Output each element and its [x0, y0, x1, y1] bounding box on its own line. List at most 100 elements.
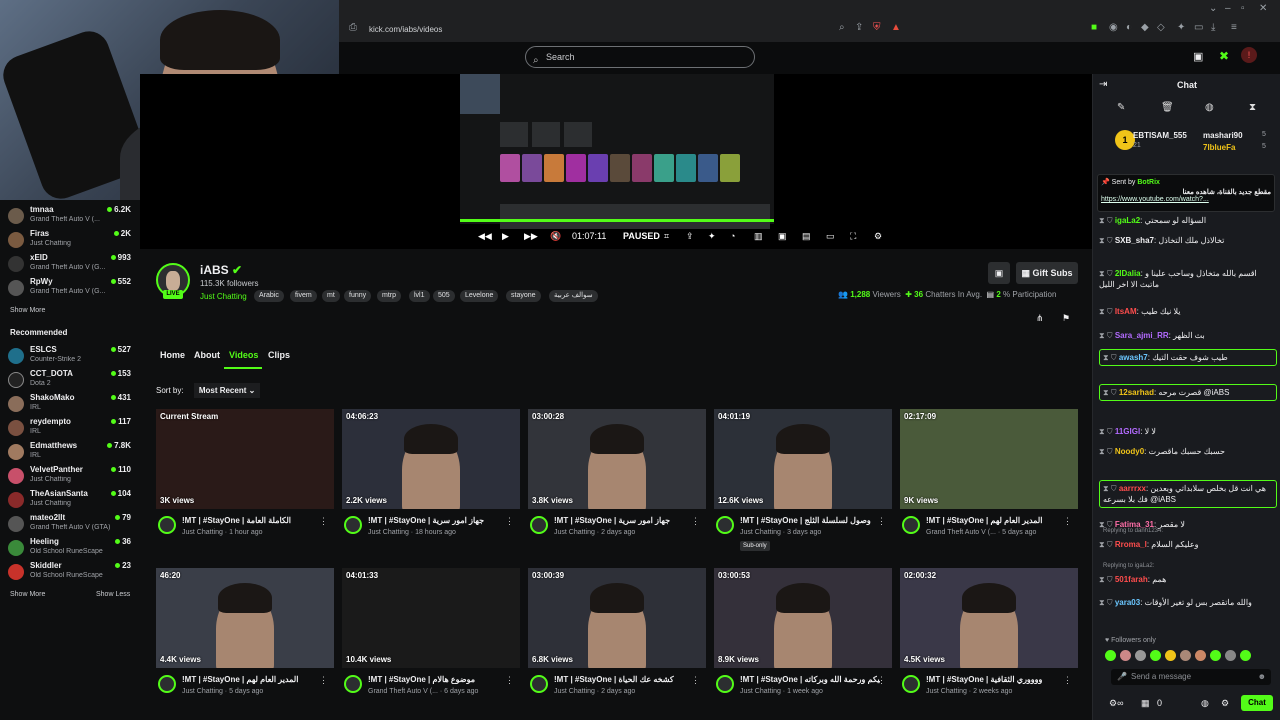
- chat-message[interactable]: ⧗ ⛉ 11GIGI: لا لا: [1099, 426, 1277, 437]
- extension-icon[interactable]: ■: [1091, 22, 1097, 33]
- sort-dropdown[interactable]: Most Recent ⌄: [193, 383, 261, 398]
- chat-username[interactable]: ItsAM: [1115, 307, 1137, 316]
- channel-avatar[interactable]: [158, 516, 176, 534]
- top-gifter[interactable]: 7lblueFa: [1203, 143, 1235, 152]
- share-icon[interactable]: ⇪: [855, 22, 863, 33]
- chat-message[interactable]: ⧗ ⛉ Noody0: حسبك حسبك ماقصرت: [1099, 446, 1277, 457]
- share-icon[interactable]: ⋔: [1036, 313, 1044, 324]
- chat-message[interactable]: ⧗ ⛉ Sara_ajmi_RR: بث الظهر: [1099, 330, 1277, 341]
- more-options-icon[interactable]: ⋮: [877, 675, 886, 686]
- stream-tag[interactable]: lvl1: [409, 290, 430, 302]
- video-card[interactable]: 02:17:09 9K views !MT | #StayOne | المدير …: [900, 409, 1078, 559]
- video-thumbnail[interactable]: 02:00:32 4.5K views: [900, 568, 1078, 668]
- tab-home[interactable]: Home: [160, 350, 185, 360]
- chat-message[interactable]: ⧗ ⛉ ItsAM: يلا نيك طيب: [1099, 306, 1277, 317]
- video-thumbnail[interactable]: 03:00:28 3.8K views: [528, 409, 706, 509]
- video-title[interactable]: !MT | #StayOne | المدير العام لهم: [926, 516, 1066, 525]
- minimize-icon[interactable]: –: [1225, 3, 1231, 14]
- settings-icon[interactable]: ⚙: [1221, 698, 1229, 709]
- forward-icon[interactable]: ▶▶: [524, 231, 538, 242]
- chat-bubble-icon[interactable]: ◍: [1201, 698, 1209, 709]
- top-gifter[interactable]: EBTISAM_555: [1133, 131, 1187, 140]
- sidebar-channel[interactable]: Firas Just Chatting 2K: [8, 229, 136, 251]
- video-thumbnail[interactable]: 04:01:19 12.6K views: [714, 409, 892, 509]
- stream-tag[interactable]: Levelone: [460, 290, 499, 302]
- chat-message[interactable]: ⧗ ⛉ aarrrxx: هي انت قل بخلص سلابداتي وبع…: [1099, 480, 1277, 508]
- fullscreen-icon[interactable]: ⛶: [850, 231, 856, 242]
- stream-tag[interactable]: سوالف عربية: [549, 290, 598, 302]
- video-card[interactable]: 46:20 4.4K views !MT | #StayOne | المدير ا…: [156, 568, 334, 718]
- kick-logo-icon[interactable]: ✖: [1219, 49, 1229, 63]
- video-title[interactable]: !MT | #StayOne | جهاز امور سرية: [554, 516, 694, 525]
- address-bar[interactable]: kick.com/iabs/videos: [369, 20, 917, 40]
- sidebar-channel[interactable]: CCT_DOTA Dota 2 153: [8, 369, 136, 391]
- chat-message[interactable]: ⧗ ⛉ SXB_sha7: تخالاذل ملك التخاذل: [1099, 235, 1277, 246]
- stream-category[interactable]: Just Chatting: [200, 292, 247, 301]
- timer-icon[interactable]: ⧗: [1249, 102, 1256, 113]
- chat-username[interactable]: 11GIGI: [1115, 427, 1140, 436]
- sidebar-channel[interactable]: RpWy Grand Theft Auto V (G... 552: [8, 277, 136, 299]
- zoom-icon[interactable]: ⌕: [839, 22, 845, 33]
- video-thumbnail[interactable]: 04:06:23 2.2K views: [342, 409, 520, 509]
- extension-icon-5[interactable]: ◇: [1157, 22, 1165, 33]
- channel-avatar[interactable]: [716, 516, 734, 534]
- sidebar-channel[interactable]: xEID Grand Theft Auto V (G... 993: [8, 253, 136, 275]
- pin-icon[interactable]: ✎: [1117, 102, 1125, 113]
- sidebar-channel[interactable]: Skiddler Old School RuneScape 23: [8, 561, 136, 583]
- download-icon[interactable]: ⤓: [1211, 22, 1215, 33]
- chat-message[interactable]: ⧗ ⛉ igaLa2: السؤاله لو سمحتي: [1099, 215, 1277, 226]
- chat-message[interactable]: ⧗ ⛉ yara03: والله ماتقصر بس لو تغير الأو…: [1099, 597, 1277, 608]
- pinned-link[interactable]: https://www.youtube.com/watch?...: [1101, 196, 1271, 203]
- chat-username[interactable]: Rroma_l: [1115, 540, 1147, 549]
- close-icon[interactable]: ✕: [1259, 3, 1267, 14]
- chat-username[interactable]: 2IDalia: [1115, 269, 1141, 278]
- more-options-icon[interactable]: ⋮: [691, 675, 700, 686]
- sidebar-channel[interactable]: VelvetPanther Just Chatting 110: [8, 465, 136, 487]
- sidebar-channel[interactable]: Heeling Old School RuneScape 36: [8, 537, 136, 559]
- chat-username[interactable]: SXB_sha7: [1115, 236, 1154, 245]
- chat-message[interactable]: ⧗ ⛉ 12sarhad: قصرت مرحه @iABS: [1099, 384, 1277, 401]
- brave-shield-icon[interactable]: ⛨: [873, 22, 881, 33]
- channel-avatar[interactable]: [902, 516, 920, 534]
- avatar[interactable]: !: [1241, 47, 1257, 63]
- extensions-icon[interactable]: ✦: [1177, 22, 1185, 33]
- video-thumbnail[interactable]: 03:00:39 6.8K views: [528, 568, 706, 668]
- bookmark-icon[interactable]: ⎙: [349, 22, 357, 33]
- emote-icon[interactable]: 🎤: [1117, 669, 1127, 685]
- video-thumbnail[interactable]: 02:17:09 9K views: [900, 409, 1078, 509]
- chevron-down-icon[interactable]: ⌄: [1209, 3, 1217, 14]
- sparkle-icon[interactable]: ✦: [708, 231, 716, 242]
- stream-tag[interactable]: funny: [344, 290, 372, 302]
- channel-avatar[interactable]: [158, 675, 176, 693]
- tab-about[interactable]: About: [194, 350, 220, 360]
- sidebar-channel[interactable]: mateo2llt Grand Theft Auto V (GTA) 79: [8, 513, 136, 535]
- chat-bubble-icon[interactable]: ◍: [1205, 102, 1214, 113]
- chat-message[interactable]: ⧗ ⛉ 2IDalia: اقسم بالله متخاذل وساحب علي…: [1099, 268, 1277, 290]
- chat-username[interactable]: Sara_ajmi_RR: [1115, 331, 1169, 340]
- sidebar-channel[interactable]: TheAsianSanta Just Chatting 104: [8, 489, 136, 511]
- gift-subs-button[interactable]: ▦ Gift Subs: [1016, 262, 1078, 284]
- send-chat-button[interactable]: Chat: [1241, 695, 1273, 711]
- channel-avatar[interactable]: [902, 675, 920, 693]
- sidebar-channel[interactable]: reydempto IRL 117: [8, 417, 136, 439]
- chat-username[interactable]: igaLa2: [1115, 216, 1140, 225]
- more-options-icon[interactable]: ⋮: [1063, 516, 1072, 527]
- more-options-icon[interactable]: ⋮: [691, 516, 700, 527]
- video-thumbnail[interactable]: 04:01:33 10.4K views: [342, 568, 520, 668]
- video-thumbnail[interactable]: 03:00:53 8.9K views: [714, 568, 892, 668]
- stream-tag[interactable]: 505: [433, 290, 455, 302]
- video-card[interactable]: 04:01:33 10.4K views !MT | #StayOne | موضو…: [342, 568, 520, 718]
- trash-icon[interactable]: 🗑: [1161, 102, 1174, 113]
- more-options-icon[interactable]: ⋮: [319, 516, 328, 527]
- video-title[interactable]: !MT | #StayOne | وصول لسلسلة الثلج: [740, 516, 880, 525]
- channel-avatar[interactable]: [530, 516, 548, 534]
- video-title[interactable]: !MT | #StayOne | موضوع هالام: [368, 675, 508, 684]
- chat-username[interactable]: 501farah: [1115, 575, 1148, 584]
- video-title[interactable]: !MT | #StayOne | السلام عليكم ورحمة الله…: [740, 675, 880, 684]
- chat-username[interactable]: yara03: [1115, 598, 1140, 607]
- cast-icon[interactable]: ▤: [802, 231, 811, 242]
- extension-icon-3[interactable]: ◐: [1126, 22, 1132, 33]
- chat-username[interactable]: aarrrxx: [1119, 484, 1146, 493]
- video-card[interactable]: 03:00:39 6.8K views !MT | #StayOne | كشخه …: [528, 568, 706, 718]
- share-icon[interactable]: ⇪: [686, 231, 694, 242]
